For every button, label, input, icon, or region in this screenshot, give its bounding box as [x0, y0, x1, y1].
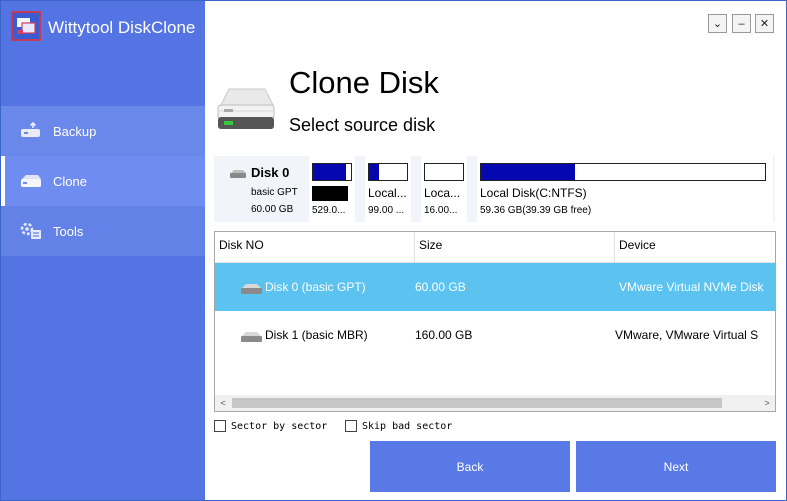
partition-size: 16.00... — [424, 205, 458, 216]
tools-icon — [19, 221, 43, 241]
sector-by-sector-label: Sector by sector — [231, 420, 328, 432]
disk-icon — [19, 171, 43, 191]
skip-bad-sector-option[interactable]: Skip bad sector — [345, 420, 452, 432]
close-button[interactable]: ✕ — [755, 14, 774, 33]
sidebar: Wittytool DiskClone Backup Clone Tools — [1, 1, 205, 500]
column-header-disk-no[interactable]: Disk NO — [215, 232, 415, 263]
partition-usage-bar — [312, 163, 352, 181]
column-header-device[interactable]: Device — [615, 232, 775, 263]
partition-size: 529.0... — [312, 205, 346, 216]
backup-icon — [19, 121, 43, 141]
sector-by-sector-option[interactable]: Sector by sector — [214, 420, 327, 432]
app-window: Wittytool DiskClone Backup Clone Tools ⌄… — [0, 0, 787, 501]
sidebar-item-tools[interactable]: Tools — [1, 206, 205, 256]
partition-label: Local Disk(C:NTFS) — [480, 186, 587, 200]
disk-map-type: basic GPT — [251, 187, 298, 198]
chevron-down-icon: ⌄ — [712, 18, 723, 30]
partition-usage-bar — [368, 163, 408, 181]
disk-map: Disk 0 basic GPT 60.00 GB 529.0... Local… — [214, 156, 775, 222]
partition-size: 59.36 GB(39.39 GB free) — [480, 205, 592, 216]
disk-map-name: Disk 0 — [251, 165, 290, 180]
sidebar-item-backup[interactable]: Backup — [1, 106, 205, 156]
skip-bad-sector-label: Skip bad sector — [362, 420, 453, 432]
partition-label: Local... — [368, 186, 407, 200]
app-title: Wittytool DiskClone — [48, 18, 196, 37]
disk-map-label: Disk 0 basic GPT 60.00 GB — [214, 156, 306, 222]
scroll-left-button[interactable]: < — [215, 395, 231, 411]
partition-usage-bar — [424, 163, 464, 181]
partition-size: 99.00 ... — [368, 205, 405, 216]
page-title: Clone Disk — [289, 65, 439, 100]
table-header: Disk NO Size Device — [215, 232, 775, 263]
sector-by-sector-checkbox[interactable] — [214, 420, 226, 432]
partition-block[interactable]: Local... 99.00 ... — [365, 156, 411, 222]
partition-usage-bar — [480, 163, 766, 181]
scroll-right-button[interactable]: > — [759, 395, 775, 411]
next-button[interactable]: Next — [576, 441, 776, 492]
partition-block[interactable]: Local Disk(C:NTFS) 59.36 GB(39.39 GB fre… — [477, 156, 773, 222]
partition-label: Loca... — [424, 186, 461, 200]
disk-name-cell: Disk 0 (basic GPT) — [265, 280, 366, 294]
disk-device-cell: VMware, VMware Virtual S — [615, 328, 759, 342]
sidebar-item-label: Clone — [53, 174, 87, 189]
disk-table: Disk NO Size Device Disk 0 (basic GPT) 6… — [214, 231, 776, 412]
minimize-button[interactable]: – — [732, 14, 751, 33]
scrollbar-thumb[interactable] — [232, 398, 722, 408]
sidebar-item-label: Backup — [53, 124, 97, 139]
disk-size-cell: 60.00 GB — [415, 280, 466, 294]
sidebar-item-clone[interactable]: Clone — [1, 156, 205, 206]
partition-block[interactable]: Loca... 16.00... — [421, 156, 467, 222]
disk-size-cell: 160.00 GB — [415, 328, 473, 342]
disk-map-size: 60.00 GB — [251, 204, 294, 215]
app-logo-icon — [11, 11, 41, 41]
partition-label — [312, 186, 348, 201]
sidebar-item-label: Tools — [53, 224, 84, 239]
disk-device-cell: VMware Virtual NVMe Disk — [619, 280, 764, 294]
table-row[interactable]: Disk 1 (basic MBR) 160.00 GB VMware, VMw… — [215, 311, 775, 359]
skip-bad-sector-checkbox[interactable] — [345, 420, 357, 432]
disk-name-cell: Disk 1 (basic MBR) — [265, 328, 368, 342]
disk-small-icon — [239, 283, 263, 295]
close-icon: ✕ — [759, 18, 770, 30]
page-subtitle: Select source disk — [289, 115, 436, 135]
column-header-size[interactable]: Size — [415, 232, 615, 263]
disk-small-icon — [229, 168, 247, 178]
horizontal-scrollbar[interactable]: < > — [215, 395, 775, 411]
disk-small-icon — [239, 331, 263, 343]
restore-button[interactable]: ⌄ — [708, 14, 727, 33]
table-row[interactable]: Disk 0 (basic GPT) 60.00 GB VMware Virtu… — [215, 263, 775, 311]
hard-drive-icon — [215, 83, 277, 131]
partition-block[interactable]: 529.0... — [309, 156, 355, 222]
back-button[interactable]: Back — [370, 441, 570, 492]
minimize-icon: – — [738, 17, 745, 30]
